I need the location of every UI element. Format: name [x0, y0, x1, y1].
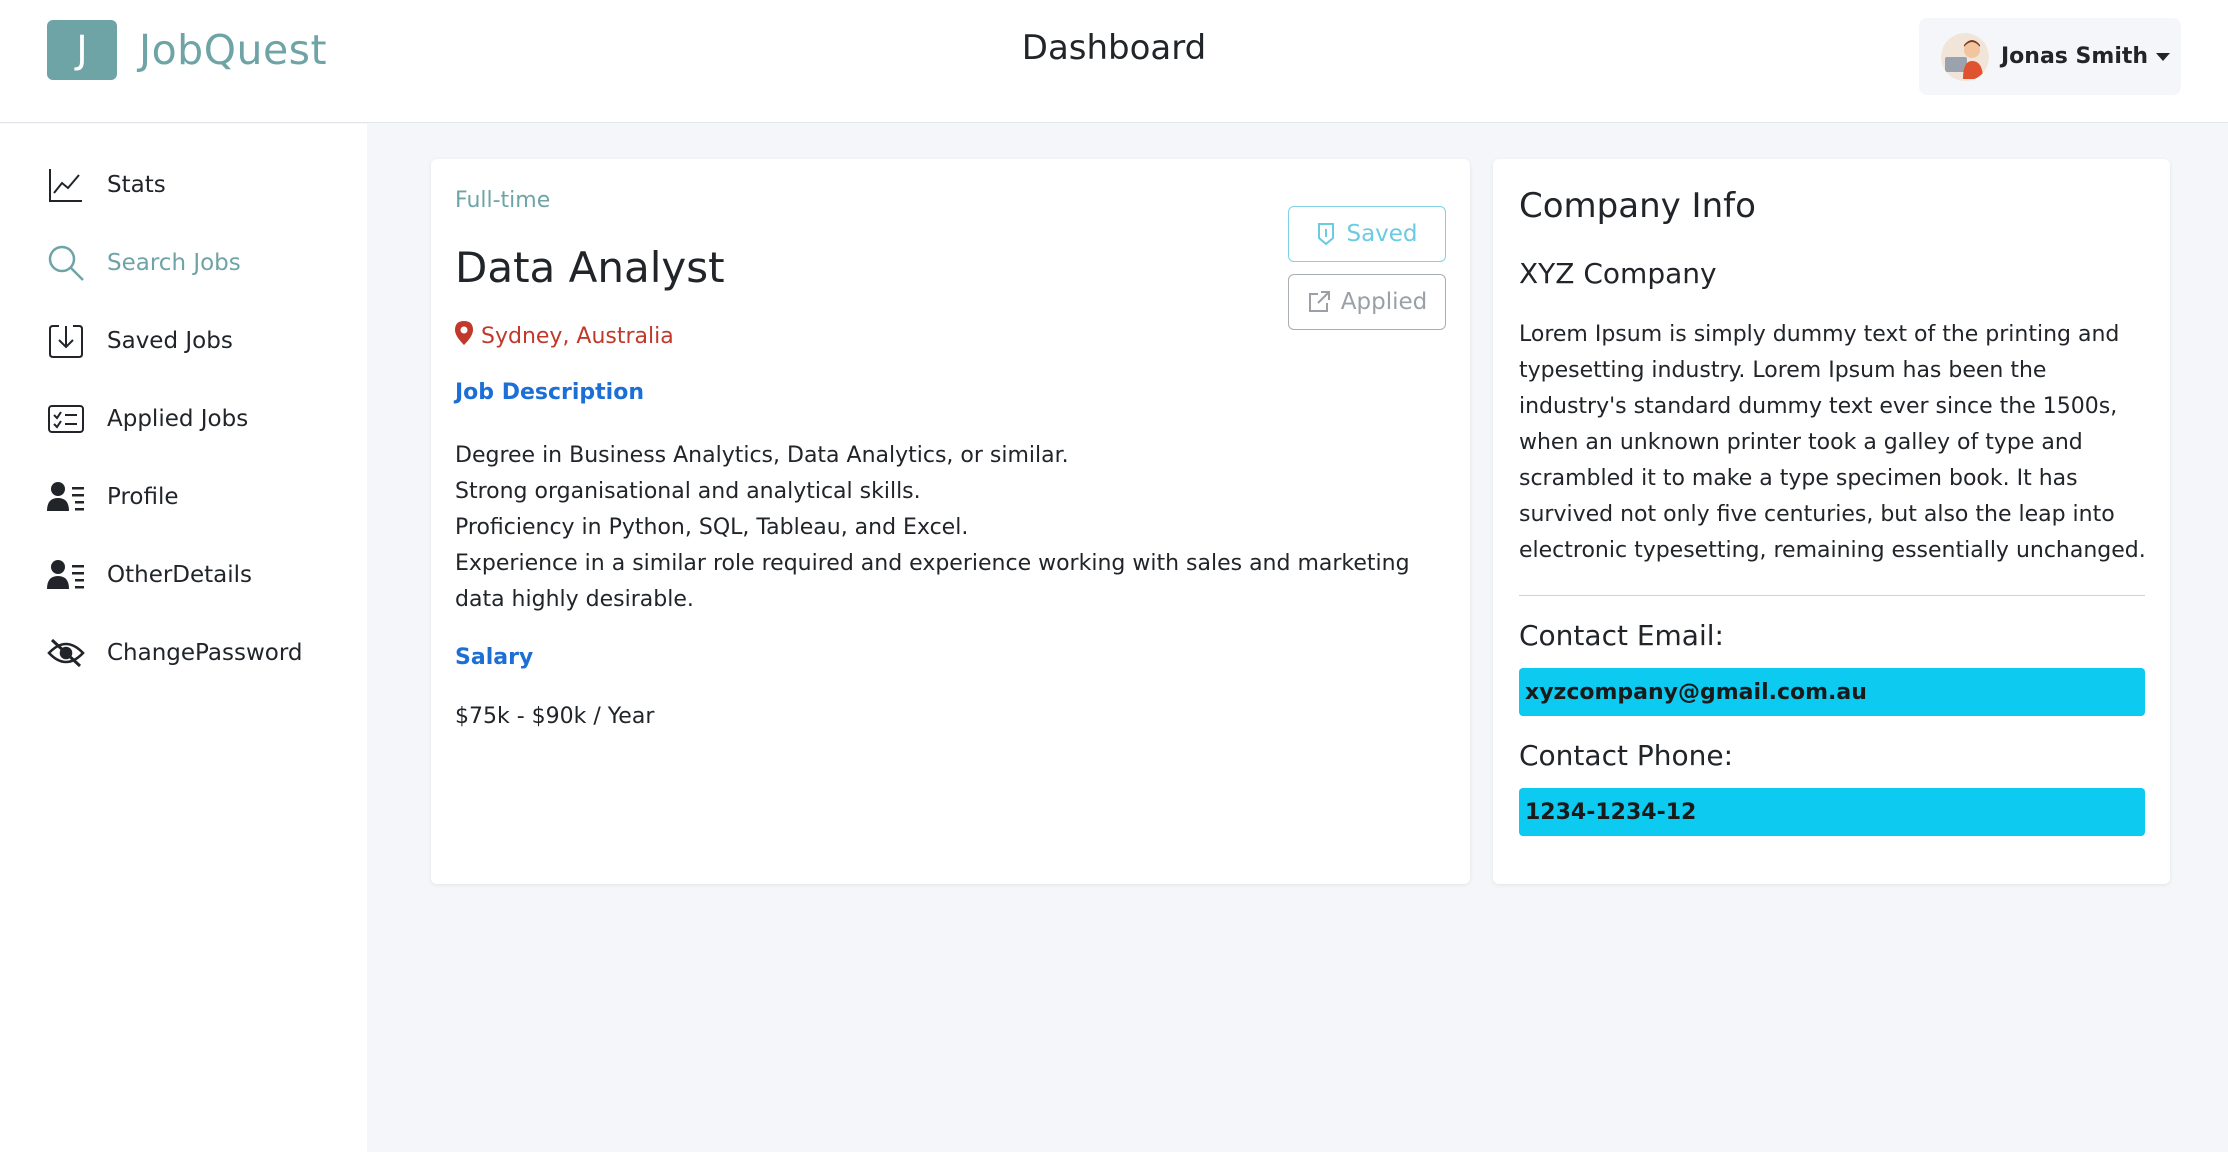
- sidebar-item-stats[interactable]: Stats: [47, 165, 166, 205]
- salary-heading: Salary: [455, 645, 534, 670]
- job-details-card: Full-time Data Analyst Sydney, Australia…: [431, 159, 1470, 884]
- user-name: Jonas Smith: [2001, 44, 2149, 69]
- description-line: Proficiency in Python, SQL, Tableau, and…: [455, 515, 969, 540]
- job-title: Data Analyst: [455, 243, 725, 292]
- chevron-down-icon: [2156, 52, 2171, 61]
- map-pin-icon: [455, 321, 473, 351]
- contact-email-label: Contact Email:: [1519, 619, 1724, 652]
- job-description-heading: Job Description: [455, 380, 644, 405]
- sidebar-item-changepassword[interactable]: ChangePassword: [47, 633, 303, 673]
- top-header: J JobQuest Dashboard Jonas Smith: [0, 0, 2228, 123]
- contact-phone-label: Contact Phone:: [1519, 739, 1734, 772]
- description-line: Strong organisational and analytical ski…: [455, 479, 921, 504]
- user-menu-button[interactable]: Jonas Smith: [1919, 18, 2181, 95]
- search-icon: [47, 244, 85, 282]
- bookmark-icon: [1316, 222, 1336, 246]
- company-name: XYZ Company: [1519, 257, 1717, 290]
- checklist-card-icon: [47, 400, 85, 438]
- logo-mark: J: [47, 20, 117, 80]
- saved-button[interactable]: Saved: [1288, 206, 1446, 262]
- page-title: Dashboard: [1021, 28, 1207, 68]
- sidebar-item-saved-jobs[interactable]: Saved Jobs: [47, 321, 233, 361]
- external-link-icon: [1307, 290, 1331, 314]
- location-text: Sydney, Australia: [481, 323, 674, 349]
- avatar: [1941, 32, 1989, 81]
- description-line: Degree in Business Analytics, Data Analy…: [455, 443, 1069, 468]
- job-type: Full-time: [455, 188, 551, 213]
- salary-value: $75k - $90k / Year: [455, 704, 655, 729]
- sidebar-item-profile[interactable]: Profile: [47, 477, 179, 517]
- sidebar-item-label: Saved Jobs: [107, 328, 233, 354]
- company-info-heading: Company Info: [1519, 186, 1756, 226]
- sidebar: Stats Search Jobs Saved Jobs Applied Job…: [0, 124, 367, 1152]
- job-location: Sydney, Australia: [455, 321, 674, 351]
- person-lines-icon: [47, 478, 85, 516]
- sidebar-item-label: OtherDetails: [107, 562, 253, 588]
- saved-label: Saved: [1346, 221, 1418, 247]
- eye-slash-icon: [47, 634, 85, 672]
- contact-phone-value[interactable]: 1234-1234-12: [1519, 788, 2145, 836]
- sidebar-item-label: ChangePassword: [107, 640, 303, 666]
- person-lines-icon: [47, 556, 85, 594]
- sidebar-item-label: Applied Jobs: [107, 406, 249, 432]
- brand-name: JobQuest: [139, 26, 328, 74]
- job-description: Degree in Business Analytics, Data Analy…: [455, 438, 1455, 618]
- sidebar-item-otherdetails[interactable]: OtherDetails: [47, 555, 252, 595]
- sidebar-item-label: Stats: [107, 172, 166, 198]
- applied-label: Applied: [1340, 289, 1428, 315]
- sidebar-item-applied-jobs[interactable]: Applied Jobs: [47, 399, 248, 439]
- company-info-card: Company Info XYZ Company Lorem Ipsum is …: [1493, 159, 2170, 884]
- company-description: Lorem Ipsum is simply dummy text of the …: [1519, 322, 2146, 563]
- sidebar-item-label: Search Jobs: [107, 250, 241, 276]
- brand-logo[interactable]: J JobQuest: [47, 20, 327, 80]
- applied-button[interactable]: Applied: [1288, 274, 1446, 330]
- save-download-icon: [47, 322, 85, 360]
- description-line: Experience in a similar role required an…: [455, 551, 1410, 612]
- divider: [1519, 595, 2145, 596]
- contact-email-value[interactable]: xyzcompany@gmail.com.au: [1519, 668, 2145, 716]
- sidebar-item-search-jobs[interactable]: Search Jobs: [47, 243, 241, 283]
- chart-line-icon: [47, 166, 85, 204]
- sidebar-item-label: Profile: [107, 484, 179, 510]
